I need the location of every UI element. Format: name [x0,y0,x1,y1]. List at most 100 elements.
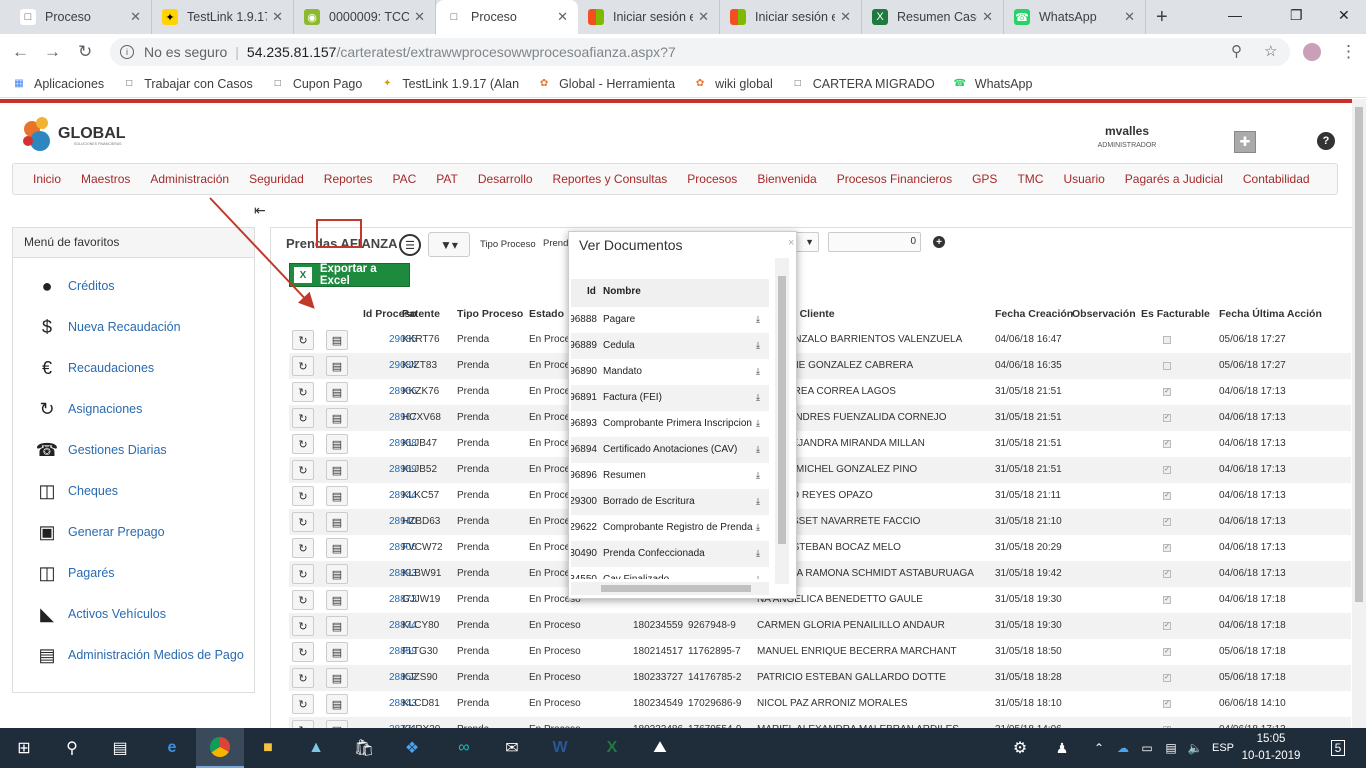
column-header[interactable]: Estado [529,301,564,327]
browser-tab[interactable]: ◉ 0000009: TCC- ✕ [294,0,436,34]
refresh-row-button[interactable]: ↻ [292,694,314,714]
view-documents-button[interactable]: ▤ [326,642,348,662]
view-documents-button[interactable]: ▤ [326,356,348,376]
battery-icon[interactable]: ▭ [1136,728,1158,768]
menu-item[interactable]: Bienvenida [757,172,816,186]
bookmark-item[interactable]: □ CARTERA MIGRADO [791,77,935,91]
refresh-row-button[interactable]: ↻ [292,668,314,688]
facturable-checkbox[interactable]: ✓ [1163,466,1171,474]
bookmark-item[interactable]: ▦ Aplicaciones [12,77,104,91]
maximize-icon[interactable]: ❐ [1290,7,1303,24]
menu-item[interactable]: Procesos Financieros [837,172,952,186]
user-settings-button[interactable]: ✚ [1234,131,1256,153]
download-icon[interactable]: ⤓ [756,574,760,579]
menu-item[interactable]: PAT [436,172,458,186]
facturable-checkbox[interactable] [1163,362,1171,370]
page-scrollbar-thumb[interactable] [1355,107,1363,602]
view-documents-button[interactable]: ▤ [326,616,348,636]
download-icon[interactable]: ⤓ [756,548,760,559]
browser-tab[interactable]: ☎ WhatsApp ✕ [1004,0,1146,34]
bookmark-star-icon[interactable]: ☆ [1264,42,1277,60]
chrome-icon[interactable] [196,728,244,768]
browser-tab[interactable]: □ Proceso ✕ [436,0,578,34]
menu-item[interactable]: Reportes y Consultas [553,172,668,186]
close-tab-icon[interactable]: ✕ [557,9,568,25]
menu-item[interactable]: Maestros [81,172,130,186]
close-tab-icon[interactable]: ✕ [982,9,993,25]
menu-item[interactable]: GPS [972,172,997,186]
download-icon[interactable]: ⤓ [756,366,760,377]
download-icon[interactable]: ⤓ [756,470,760,481]
close-window-icon[interactable]: ✕ [1338,7,1350,24]
view-documents-button[interactable]: ▤ [326,330,348,350]
facturable-checkbox[interactable]: ✓ [1163,674,1171,682]
favorite-item[interactable]: ↻ Asignaciones [33,395,142,423]
url-input[interactable]: i No es seguro | 54.235.81.157/carterate… [110,38,1290,66]
refresh-row-button[interactable]: ↻ [292,512,314,532]
close-tab-icon[interactable]: ✕ [1124,9,1135,25]
favorite-item[interactable]: ▤ Administración Medios de Pago [33,641,243,669]
column-header[interactable]: Observación [1072,301,1136,327]
download-icon[interactable]: ⤓ [756,418,760,429]
forward-icon[interactable]: → [44,42,61,62]
language-indicator[interactable]: ESP [1206,728,1240,768]
column-header[interactable]: Tipo Proceso [457,301,523,327]
bookmark-item[interactable]: ✿ wiki global [693,77,773,91]
notifications-icon[interactable]: 5 [1318,728,1358,768]
store-icon[interactable]: 🛍 [340,728,388,768]
onedrive-icon[interactable]: ☁ [1112,728,1134,768]
download-icon[interactable]: ⤓ [756,522,760,533]
dialog-horizontal-scrollbar[interactable] [571,582,769,595]
bookmark-item[interactable]: ✦ TestLink 1.9.17 (Alan [380,77,519,91]
favorite-item[interactable]: ◫ Pagarés [33,559,114,587]
close-tab-icon[interactable]: ✕ [840,9,851,25]
download-icon[interactable]: ⤓ [756,444,760,455]
refresh-row-button[interactable]: ↻ [292,330,314,350]
view-documents-button[interactable]: ▤ [326,538,348,558]
download-icon[interactable]: ⤓ [756,314,760,325]
numeric-filter-input[interactable]: 0 [828,232,921,252]
favorite-item[interactable]: ☎ Gestiones Diarias [33,436,167,464]
arduino-icon[interactable]: ∞ [440,728,488,768]
facturable-checkbox[interactable]: ✓ [1163,518,1171,526]
close-tab-icon[interactable]: ✕ [414,9,425,25]
view-documents-button[interactable]: ▤ [326,460,348,480]
refresh-row-button[interactable]: ↻ [292,356,314,376]
edge-icon[interactable]: e [148,728,196,768]
bookmark-item[interactable]: ✿ Global - Herramienta [537,77,675,91]
facturable-checkbox[interactable]: ✓ [1163,440,1171,448]
search-icon[interactable]: ⚲ [48,728,96,768]
global-logo[interactable]: GLOBAL SOLUCIONES FINANCIERAS [16,111,156,159]
facturable-checkbox[interactable]: ✓ [1163,700,1171,708]
view-documents-button[interactable]: ▤ [326,590,348,610]
menu-item[interactable]: Seguridad [249,172,304,186]
minimize-icon[interactable]: — [1228,7,1242,23]
photos-icon[interactable]: ⛰ [636,728,684,768]
word-icon[interactable]: W [536,728,584,768]
download-icon[interactable]: ⤓ [756,340,760,351]
favorite-item[interactable]: ● Créditos [33,272,115,300]
volume-icon[interactable]: 🔈 [1184,728,1206,768]
menu-item[interactable]: Desarrollo [478,172,533,186]
dialog-hscroll-thumb[interactable] [601,585,751,592]
refresh-row-button[interactable]: ↻ [292,616,314,636]
bookmark-item[interactable]: □ Cupon Pago [271,77,363,91]
refresh-row-button[interactable]: ↻ [292,642,314,662]
view-documents-button[interactable]: ▤ [326,694,348,714]
view-documents-button[interactable]: ▤ [326,382,348,402]
facturable-checkbox[interactable]: ✓ [1163,544,1171,552]
facturable-checkbox[interactable]: ✓ [1163,388,1171,396]
file-explorer-icon[interactable]: ■ [244,728,292,768]
favorite-item[interactable]: ◫ Cheques [33,477,118,505]
facturable-checkbox[interactable]: ✓ [1163,622,1171,630]
favorite-item[interactable]: ▣ Generar Prepago [33,518,164,546]
menu-item[interactable]: Inicio [33,172,61,186]
facturable-checkbox[interactable]: ✓ [1163,570,1171,578]
app-icon[interactable]: ▲ [292,728,340,768]
mail-icon[interactable]: ✉ [488,728,536,768]
filter-button[interactable]: ▼▾ [428,232,470,257]
menu-item[interactable]: Reportes [324,172,373,186]
menu-item[interactable]: Pagarés a Judicial [1125,172,1223,186]
menu-item[interactable]: PAC [393,172,417,186]
refresh-row-button[interactable]: ↻ [292,538,314,558]
